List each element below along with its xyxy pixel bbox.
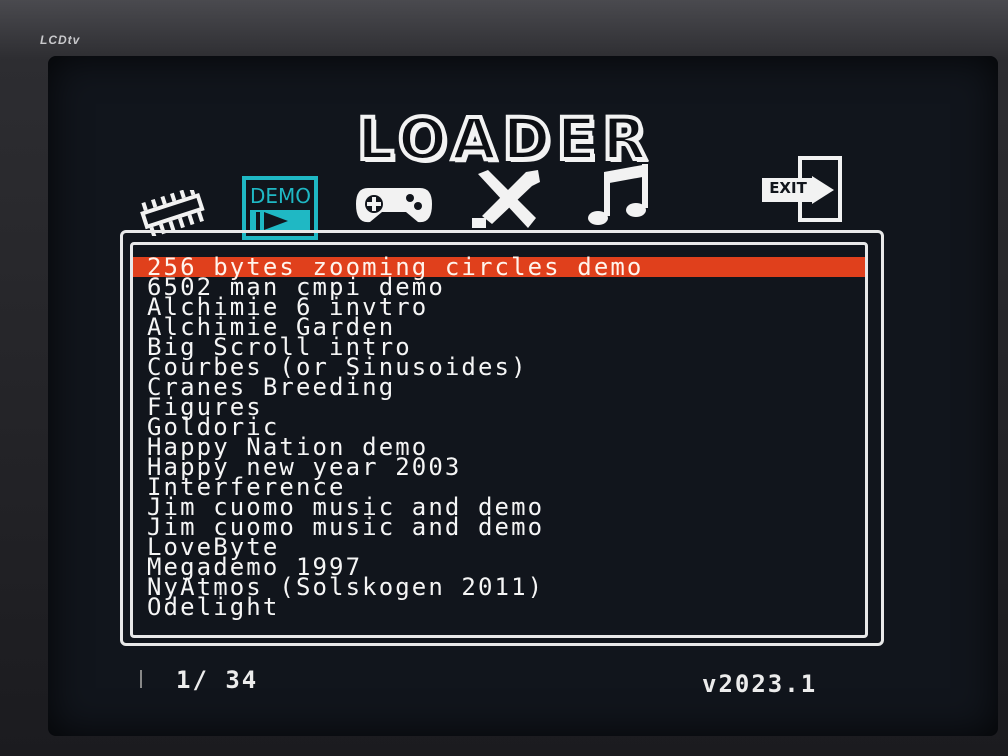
exit-button[interactable]: EXIT [760, 156, 846, 224]
program-items: 256 bytes zooming circles demo 6502 man … [133, 255, 865, 619]
demo-tab-label: DEMO [250, 184, 312, 208]
text-cursor [140, 670, 142, 688]
page-counter: 1/ 34 [176, 666, 259, 694]
page-title: LOADER [355, 103, 653, 175]
exit-icon: EXIT [769, 179, 807, 197]
version-label: v2023.1 [702, 670, 818, 698]
program-list[interactable]: 256 bytes zooming circles demo 6502 man … [130, 242, 868, 638]
music-icon[interactable] [586, 162, 656, 228]
monitor-brand: LCDtv [40, 33, 81, 47]
gamepad-icon[interactable] [354, 184, 434, 226]
tools-icon[interactable] [470, 168, 544, 230]
